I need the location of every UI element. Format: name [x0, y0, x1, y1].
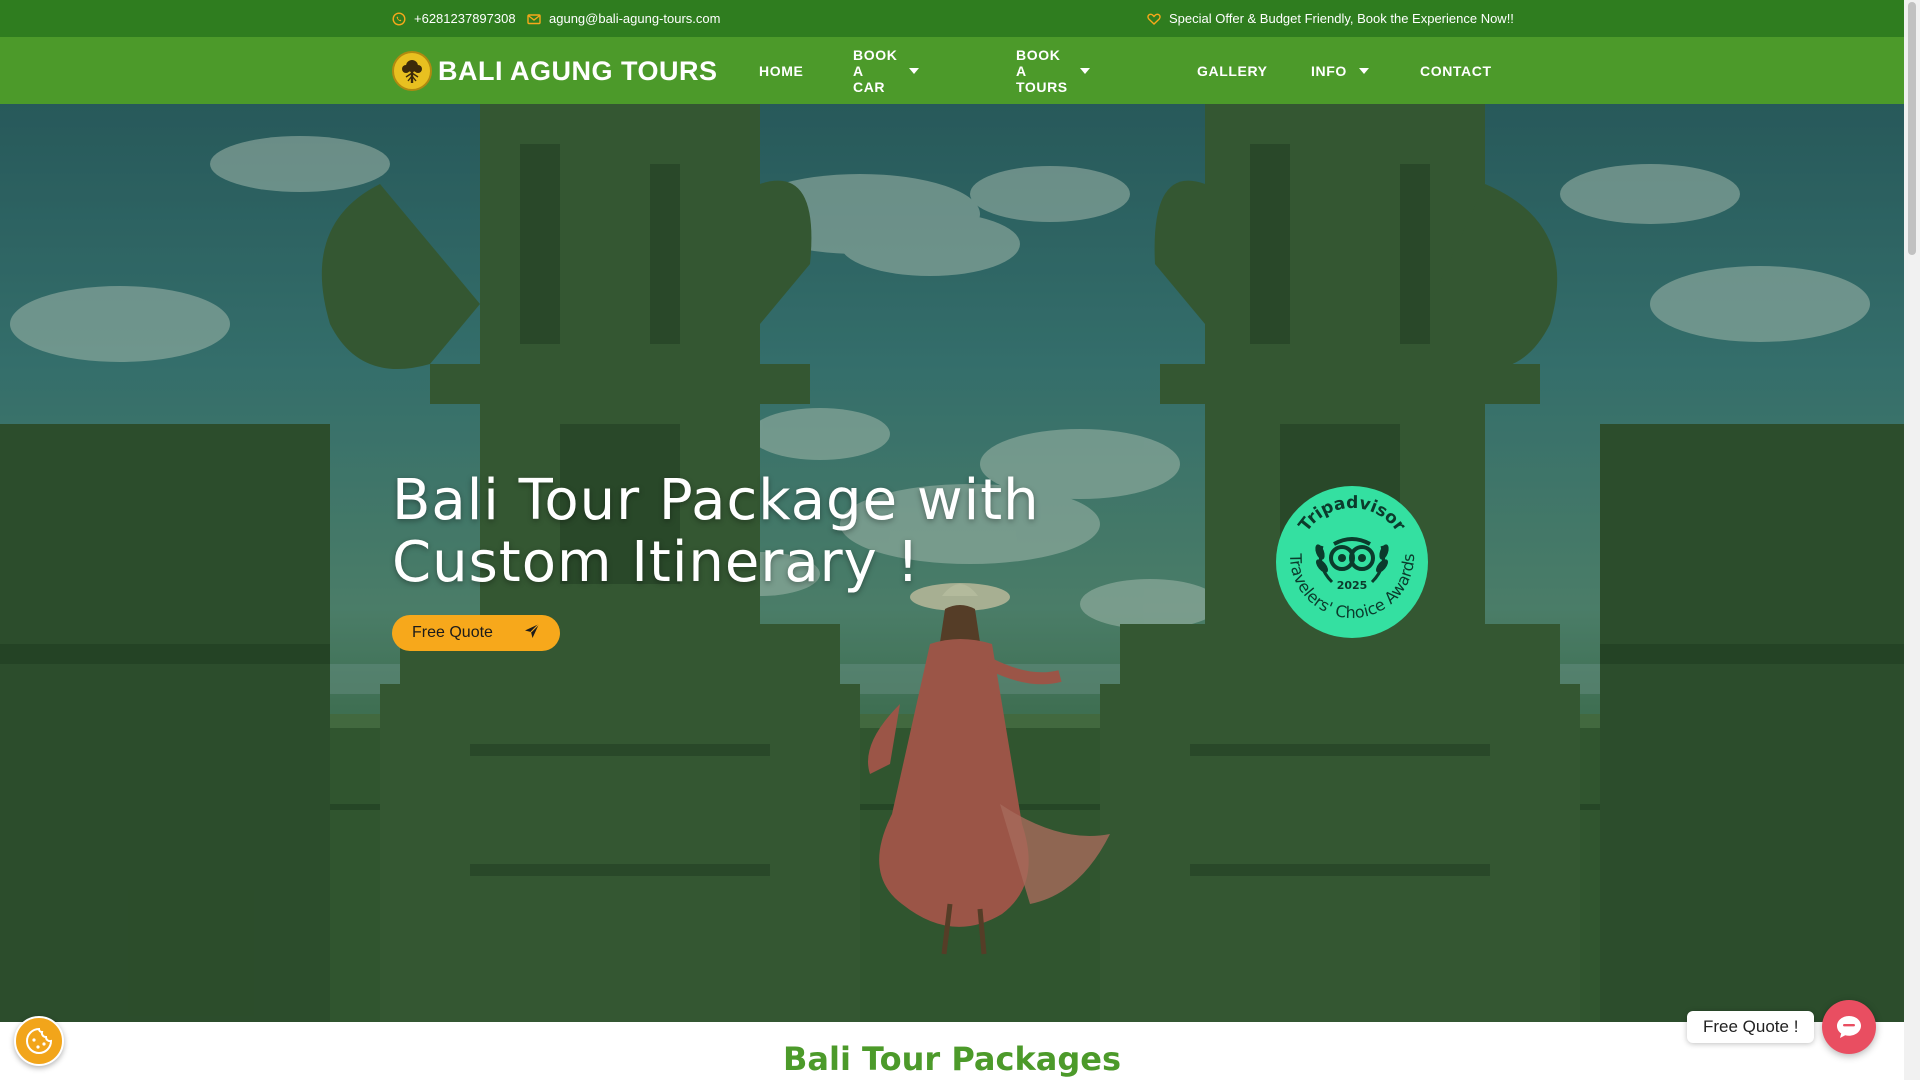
phone-contact[interactable]: +6281237897308: [392, 0, 516, 37]
nav-contact[interactable]: CONTACT: [1420, 37, 1492, 104]
hero-heading-line-1: Bali Tour Package with: [392, 468, 1040, 533]
offer-text: Special Offer & Budget Friendly, Book th…: [1169, 11, 1514, 26]
nav-info-label: INFO: [1311, 62, 1347, 79]
tripadvisor-owl-icon: Tripadvisor 2025 Travelers' Choice Award…: [1286, 493, 1418, 622]
nav-book-a-car-label: BOOK A CAR: [853, 46, 898, 95]
brand-name: BALI AGUNG TOURS: [438, 55, 718, 86]
badge-top-text: Tripadvisor: [1295, 493, 1410, 536]
cookie-settings-button[interactable]: [14, 1016, 64, 1066]
heart-icon: [1147, 12, 1161, 26]
hero-banner: Bali Tour Package with Custom Itinerary …: [0, 104, 1904, 1022]
nav-book-a-car[interactable]: BOOK A CAR: [853, 37, 920, 104]
caret-down-icon: [1079, 67, 1090, 74]
email-address[interactable]: agung@bali-agung-tours.com: [549, 11, 720, 26]
cookie-icon: [26, 1027, 53, 1054]
chat-free-quote-label[interactable]: Free Quote !: [1687, 1011, 1815, 1043]
free-quote-button[interactable]: Free Quote: [392, 615, 560, 651]
nav-book-a-tours[interactable]: BOOK A TOURS: [1016, 37, 1090, 104]
svg-text:Tripadvisor: Tripadvisor: [1295, 493, 1410, 536]
mail-icon: [527, 12, 541, 26]
caret-down-icon: [1358, 67, 1369, 74]
tree-logo-icon: [392, 51, 432, 91]
phone-number[interactable]: +6281237897308: [414, 11, 516, 26]
nav-home-label: HOME: [759, 62, 804, 79]
special-offer: Special Offer & Budget Friendly, Book th…: [1147, 0, 1514, 37]
badge-year: 2025: [1337, 579, 1368, 592]
page-scrollbar[interactable]: [1904, 0, 1920, 1080]
hero-heading: Bali Tour Package with Custom Itinerary …: [392, 470, 1152, 594]
site-logo[interactable]: BALI AGUNG TOURS: [392, 51, 718, 91]
nav-book-a-tours-label: BOOK A TOURS: [1016, 46, 1068, 95]
nav-home[interactable]: HOME: [759, 37, 803, 104]
nav-info[interactable]: INFO: [1311, 37, 1369, 104]
whatsapp-icon: [392, 11, 406, 26]
tripadvisor-award-badge: Tripadvisor 2025 Travelers' Choice Award…: [1276, 486, 1428, 638]
chat-button[interactable]: [1822, 1000, 1876, 1054]
section-heading: Bali Tour Packages: [782, 1040, 1121, 1078]
top-bar: +6281237897308 agung@bali-agung-tours.co…: [0, 0, 1904, 37]
free-quote-label: Free Quote: [412, 624, 493, 641]
nav-gallery-label: GALLERY: [1197, 62, 1268, 79]
caret-down-icon: [909, 67, 920, 74]
send-arrow-icon: [524, 623, 540, 644]
hero-heading-line-2: Custom Itinerary !: [392, 530, 921, 595]
email-contact[interactable]: agung@bali-agung-tours.com: [527, 0, 720, 37]
scrollbar-thumb[interactable]: [1908, 2, 1916, 255]
nav-contact-label: CONTACT: [1420, 62, 1492, 79]
chat-bubble-icon: [1837, 1016, 1861, 1038]
nav-gallery[interactable]: GALLERY: [1197, 37, 1268, 104]
main-navbar: BALI AGUNG TOURS HOME BOOK A CAR BOOK A …: [0, 37, 1904, 104]
